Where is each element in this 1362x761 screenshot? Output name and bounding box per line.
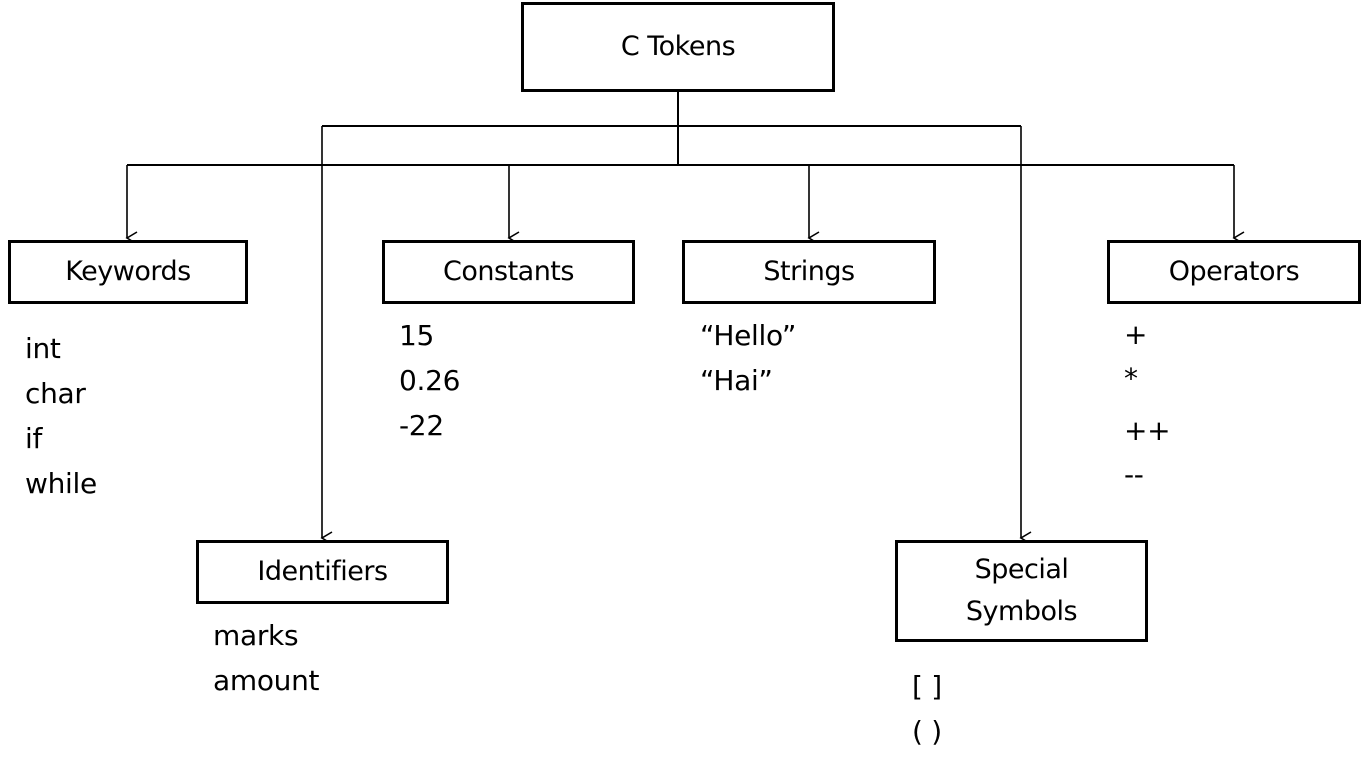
example-item: “Hai” [700, 364, 773, 397]
example-item: 15 [399, 319, 435, 352]
example-item: -22 [399, 409, 444, 442]
example-item: [ ] [912, 670, 942, 703]
node-label: Operators [1168, 256, 1300, 288]
example-item: amount [213, 664, 320, 697]
node-constants: Constants [382, 240, 635, 304]
node-label: Constants [443, 256, 574, 288]
example-item: ( ) [912, 715, 942, 748]
operators-examples: + * ++ -- [1124, 313, 1171, 497]
node-strings: Strings [682, 240, 936, 304]
node-special-symbols: Special Symbols [895, 540, 1148, 642]
example-item: + [1124, 318, 1148, 351]
strings-examples: “Hello” “Hai” [700, 313, 796, 403]
example-item: ++ [1124, 414, 1171, 447]
node-identifiers: Identifiers [196, 540, 449, 604]
node-label: Identifiers [257, 556, 388, 588]
example-item: 0.26 [399, 364, 461, 397]
example-item: char [25, 377, 86, 410]
node-operators: Operators [1107, 240, 1361, 304]
node-keywords: Keywords [8, 240, 248, 304]
special-symbols-examples: [ ] ( ) [912, 664, 942, 754]
example-item: while [25, 467, 97, 500]
node-label: Strings [763, 256, 855, 288]
example-item: * [1124, 362, 1138, 395]
node-label-line-2: Symbols [965, 596, 1078, 627]
example-item: -- [1124, 458, 1144, 491]
example-item: if [25, 422, 43, 455]
root-node-c-tokens: C Tokens [521, 2, 835, 92]
constants-examples: 15 0.26 -22 [399, 313, 460, 448]
node-label: Keywords [65, 256, 191, 288]
root-label: C Tokens [620, 31, 736, 63]
identifiers-examples: marks amount [213, 613, 320, 703]
example-item: “Hello” [700, 319, 797, 352]
example-item: marks [213, 619, 299, 652]
node-label-line-1: Special [974, 554, 1069, 586]
keywords-examples: int char if while [25, 326, 97, 506]
example-item: int [25, 332, 61, 365]
